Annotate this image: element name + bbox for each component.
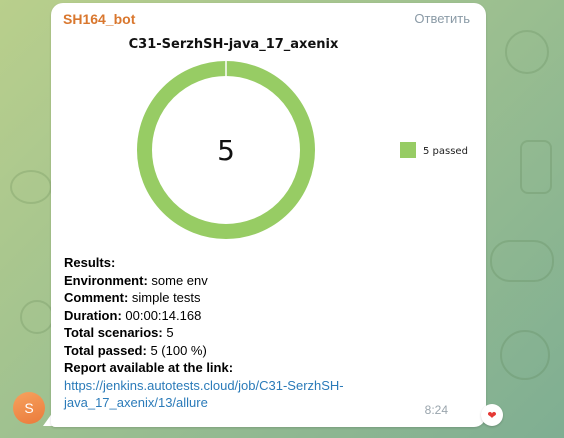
environment-value: some env (147, 272, 208, 288)
avatar[interactable]: S (13, 392, 45, 424)
message-text: Results: Environment: some env Comment: … (64, 254, 474, 412)
report-link[interactable]: https://jenkins.autotests.cloud/job/C31-… (64, 377, 474, 412)
background-doodle (490, 240, 554, 282)
legend-label: 5 passed (423, 146, 468, 157)
background-doodle (500, 330, 550, 380)
total-passed-label: Total passed: (64, 342, 147, 358)
report-link-line-2[interactable]: java_17_axenix/13/allure (64, 395, 208, 410)
duration-label: Duration: (64, 307, 122, 323)
results-heading: Results: (64, 254, 474, 272)
background-doodle (520, 140, 552, 194)
comment-row: Comment: simple tests (64, 289, 474, 307)
heart-reaction-icon[interactable]: ❤ (481, 404, 503, 426)
duration-row: Duration: 00:00:14.168 (64, 307, 474, 325)
comment-label: Comment: (64, 290, 129, 305)
message-bubble[interactable]: SH164_bot Ответить C31-SerzhSH-java_17_a… (51, 3, 486, 427)
chart-center-label: 5 (217, 134, 235, 167)
total-passed-row: Total passed: 5 (100 %) (64, 342, 474, 360)
total-passed-value: 5 (100 %) (146, 342, 207, 358)
environment-label: Environment: (64, 272, 148, 288)
background-doodle (20, 300, 54, 334)
results-heading-text: Results: (64, 255, 116, 270)
report-row: Report available at the link: (64, 359, 474, 377)
legend-swatch (400, 142, 416, 158)
duration-value: 00:00:14.168 (121, 307, 202, 323)
background-doodle (10, 170, 52, 204)
report-link-line-1[interactable]: https://jenkins.autotests.cloud/job/C31-… (64, 378, 344, 393)
environment-row: Environment: some env (64, 272, 474, 290)
total-scenarios-value: 5 (162, 325, 174, 340)
message-time: 8:24 (424, 403, 448, 417)
total-scenarios-label: Total scenarios: (64, 325, 163, 340)
background-doodle (505, 30, 549, 74)
report-label: Report available at the link: (64, 360, 234, 375)
comment-value: simple tests (128, 290, 201, 305)
total-scenarios-row: Total scenarios: 5 (64, 324, 474, 342)
pie-chart: 5 passed 5 (137, 61, 468, 239)
